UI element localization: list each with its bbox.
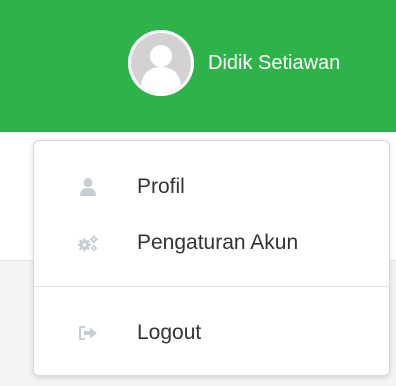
menu-item-label: Pengaturan Akun (137, 231, 299, 254)
user-dropdown-menu: Profil Pengaturan Akun Logout (33, 140, 390, 376)
sign-out-icon (77, 322, 99, 344)
menu-item-pengaturan-akun[interactable]: Pengaturan Akun (34, 219, 389, 267)
user-icon (77, 176, 99, 198)
user-name[interactable]: Didik Setiawan (208, 52, 340, 75)
cogs-icon (77, 232, 99, 254)
avatar[interactable] (128, 30, 194, 96)
menu-divider (34, 286, 389, 287)
user-avatar-icon (128, 30, 194, 96)
user-menu-toggle[interactable]: Didik Setiawan (128, 29, 340, 97)
menu-item-label: Logout (137, 321, 202, 344)
menu-item-profil[interactable]: Profil (34, 163, 389, 211)
menu-item-logout[interactable]: Logout (34, 309, 389, 357)
menu-item-label: Profil (137, 175, 185, 198)
top-navbar: Didik Setiawan (0, 0, 396, 132)
